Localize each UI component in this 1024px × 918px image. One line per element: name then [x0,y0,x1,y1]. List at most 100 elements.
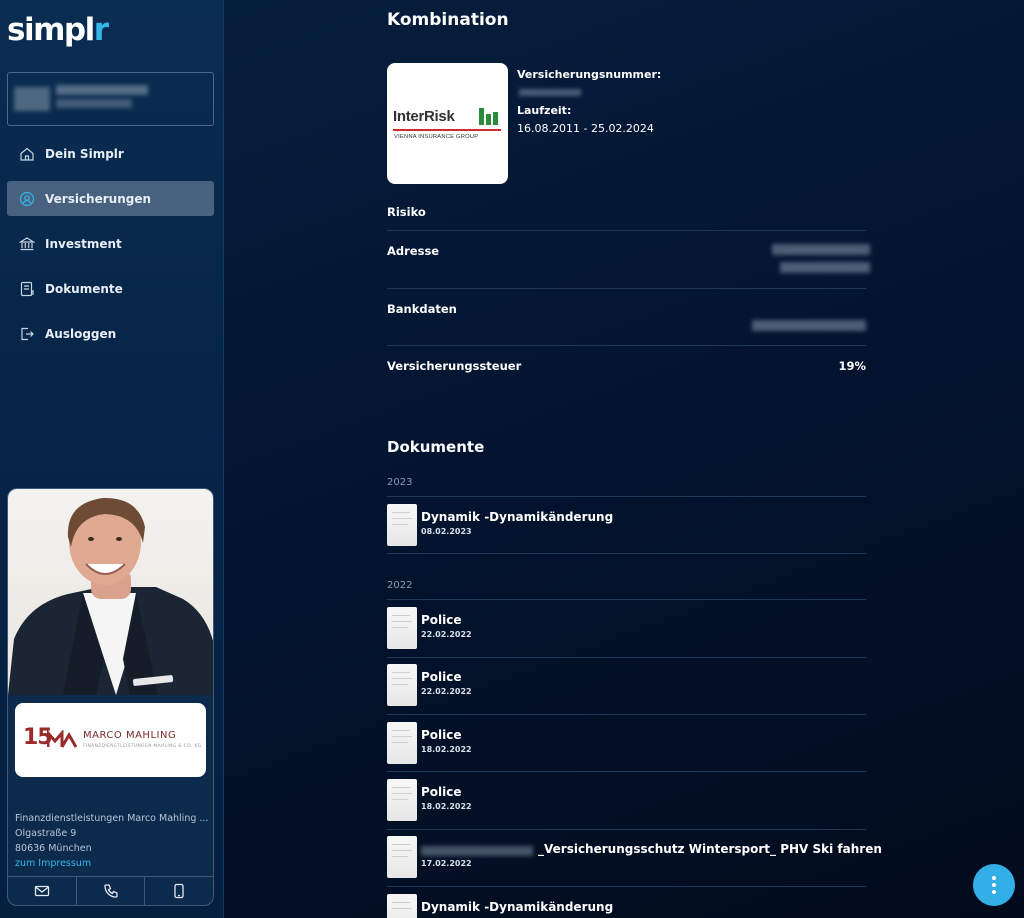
main-nav: Dein Simplr Versicherungen Investment Do… [7,136,214,361]
divider [387,496,866,497]
phone-button[interactable] [77,877,146,905]
insurer-name: InterRisk [393,108,455,125]
document-thumbnail [387,664,417,706]
documents-title: Dokumente [387,438,485,456]
detail-risiko: Risiko [387,205,866,219]
document-thumbnail [387,607,417,649]
redacted-address-line-1 [772,244,870,255]
nav-item-versicherungen[interactable]: Versicherungen [7,181,214,216]
insurer-divider [393,129,501,131]
document-date: 18.02.2022 [421,745,472,754]
year-label-2022: 2022 [387,580,413,591]
document-thumbnail [387,504,417,546]
document-row[interactable]: Police 22.02.2022 [387,607,866,651]
impressum-link[interactable]: zum Impressum [15,856,211,871]
insurer-mark [479,108,498,125]
document-thumbnail [387,779,417,821]
nav-label: Investment [45,236,122,251]
term-label: Laufzeit: [517,104,572,117]
detail-label: Versicherungssteuer [387,359,522,373]
nav-item-ausloggen[interactable]: Ausloggen [7,316,214,351]
redacted-name [56,85,148,95]
advisor-brand-logo: 15 MARCO MAHLING FINANZDIENSTLEISTUNGEN … [15,703,206,777]
document-title: Police [421,613,462,627]
document-thumbnail [387,836,417,878]
redacted-avatar [14,87,50,111]
document-thumbnail [387,722,417,764]
document-title: Dynamik -Dynamikänderung [421,510,614,524]
advisor-street: Olgastraße 9 [15,828,77,839]
divider [387,829,866,830]
document-row[interactable]: Police 18.02.2022 [387,722,866,766]
logo-accent: r [93,12,109,48]
mobile-icon [174,883,184,899]
logout-icon [21,327,34,340]
detail-bankdaten: Bankdaten [387,302,866,338]
redacted-detail [56,99,132,108]
more-vertical-icon [992,876,996,894]
advisor-card: 15 MARCO MAHLING FINANZDIENSTLEISTUNGEN … [7,488,214,906]
document-row[interactable]: Dynamik -Dynamikänderung [387,894,866,918]
detail-versicherungssteuer: Versicherungssteuer 19% [387,359,866,373]
document-row[interactable]: _Versicherungsschutz Wintersport_ PHV Sk… [387,836,882,880]
sidebar: simplr Dein Simplr Versicherungen Invest… [0,0,224,918]
nav-label: Versicherungen [45,191,152,206]
divider [387,886,866,887]
advisor-photo [8,489,213,695]
advisor-company: Finanzdienstleistungen Marco Mahling ... [15,813,209,824]
redacted-document-prefix [421,846,533,856]
divider [387,657,866,658]
policy-meta: Versicherungsnummer: Laufzeit: 16.08.201… [517,66,661,138]
policy-number-label: Versicherungsnummer: [517,68,662,81]
document-date: 22.02.2022 [421,630,472,639]
document-date: 17.02.2022 [421,859,472,868]
phone-icon [103,884,118,898]
document-date: 08.02.2023 [421,527,472,536]
redacted-address-line-2 [780,262,870,273]
detail-label: Bankdaten [387,302,457,316]
document-date: 18.02.2022 [421,802,472,811]
detail-adresse: Adresse [387,244,870,284]
insurer-logo: InterRisk VIENNA INSURANCE GROUP [387,63,508,184]
redacted-bank-data [752,320,866,331]
nav-label: Dokumente [45,281,123,296]
document-title: Police [421,785,462,799]
document-row[interactable]: Dynamik -Dynamikänderung 08.02.2023 [387,504,866,548]
document-row[interactable]: Police 18.02.2022 [387,779,866,823]
policy-number-value [517,84,661,102]
nav-item-dokumente[interactable]: Dokumente [7,271,214,306]
advisor-contact-info: Finanzdienstleistungen Marco Mahling ...… [15,811,211,871]
document-row[interactable]: Police 22.02.2022 [387,664,866,708]
document-date: 22.02.2022 [421,687,472,696]
document-title: Police [421,728,462,742]
simplr-logo[interactable]: simplr [7,12,109,48]
brand-subtitle: FINANZDIENSTLEISTUNGEN MAHLING & CO. KG [83,744,202,749]
mobile-button[interactable] [145,877,213,905]
divider [387,288,866,289]
logo-main: simpl [7,12,95,48]
page-title: Kombination [387,10,509,30]
contact-bar [8,876,213,905]
nav-label: Ausloggen [45,326,117,341]
document-thumbnail [387,894,417,918]
divider [387,230,866,231]
tax-value: 19% [838,359,866,373]
account-selector[interactable] [7,72,214,126]
nav-item-dein-simplr[interactable]: Dein Simplr [7,136,214,171]
mail-icon [34,885,49,897]
brand-m-mark [47,730,77,748]
email-button[interactable] [8,877,77,905]
divider [387,553,866,554]
more-options-button[interactable] [973,864,1015,906]
umbrella-icon [19,191,35,206]
bank-icon [19,236,35,250]
advisor-city: 80636 München [15,843,92,854]
divider [387,771,866,772]
detail-label: Adresse [387,244,440,258]
document-title: Dynamik -Dynamikänderung [421,900,614,914]
home-icon [20,147,34,161]
brand-name: MARCO MAHLING [83,730,177,741]
term-value: 16.08.2011 - 25.02.2024 [517,122,654,135]
nav-item-investment[interactable]: Investment [7,226,214,261]
nav-label: Dein Simplr [45,146,124,161]
